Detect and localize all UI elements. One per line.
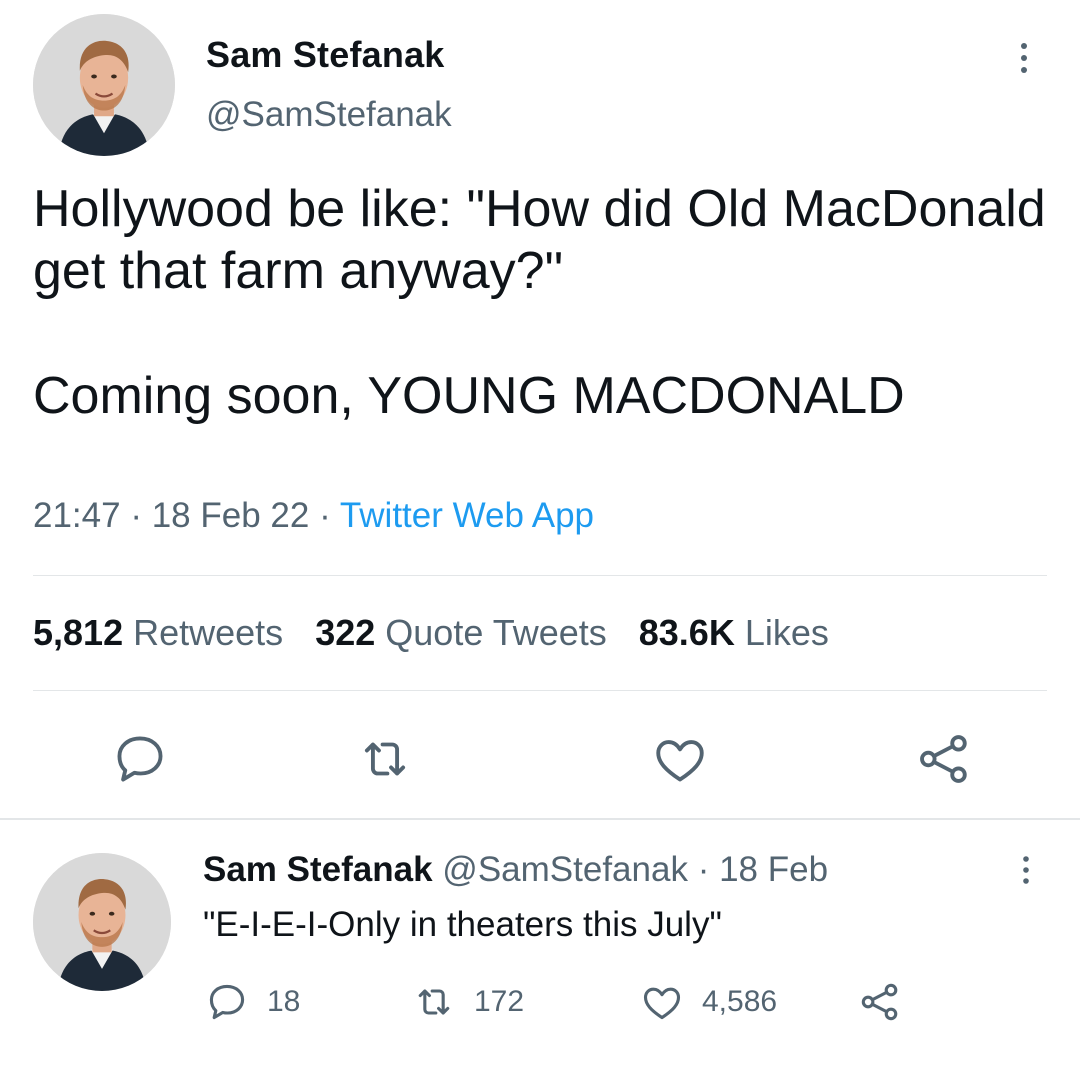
retweet-button[interactable]: [356, 730, 414, 788]
tweet-time[interactable]: 21:47: [33, 496, 121, 535]
retweets-stat[interactable]: 5,812 Retweets: [33, 612, 283, 653]
avatar-image: [33, 853, 171, 991]
quotes-count: 322: [315, 612, 376, 653]
reply-reply-button[interactable]: 18: [205, 980, 300, 1024]
tweet-text-line: Coming soon, YOUNG MACDONALD: [33, 366, 905, 425]
author-handle[interactable]: @SamStefanak: [206, 95, 452, 135]
reply-header: Sam Stefanak @SamStefanak · 18 Feb: [203, 850, 828, 890]
share-icon: [920, 735, 967, 783]
tweet-meta: 21:47 · 18 Feb 22 · Twitter Web App: [33, 496, 594, 536]
reply-button[interactable]: [111, 730, 169, 788]
divider: [33, 690, 1047, 691]
reply-count: 18: [267, 985, 301, 1018]
reply-author-handle[interactable]: @SamStefanak: [442, 850, 688, 889]
meta-separator: ·: [130, 496, 142, 535]
heart-icon: [643, 987, 681, 1020]
like-count: 4,586: [702, 985, 778, 1018]
reply-author-name[interactable]: Sam Stefanak: [203, 850, 433, 889]
tweet-text: Hollywood be like: "How did Old MacDonal…: [33, 178, 1053, 427]
reply-like-button[interactable]: 4,586: [640, 980, 777, 1024]
reply-retweet-button[interactable]: 172: [412, 980, 524, 1024]
header-separator: ·: [697, 850, 710, 889]
retweets-label: Retweets: [133, 612, 284, 653]
tweet-date[interactable]: 18 Feb 22: [152, 496, 310, 535]
avatar-image: [33, 14, 175, 156]
more-options-icon[interactable]: [1014, 852, 1038, 888]
reply-author-avatar[interactable]: [33, 853, 171, 991]
quotes-label: Quote Tweets: [385, 612, 607, 653]
share-icon: [861, 983, 898, 1021]
thread-divider: [0, 818, 1080, 820]
like-button[interactable]: [651, 730, 709, 788]
retweet-icon: [364, 742, 406, 776]
heart-icon: [656, 740, 704, 782]
more-options-icon[interactable]: [1012, 38, 1036, 78]
likes-count: 83.6K: [638, 612, 735, 653]
divider: [33, 575, 1047, 576]
likes-stat[interactable]: 83.6K Likes: [639, 612, 829, 653]
tweet-text-line: Hollywood be like: "How did Old MacDonal…: [33, 180, 1046, 301]
retweets-count: 5,812: [33, 612, 124, 653]
retweet-icon: [418, 989, 450, 1015]
reply-icon: [209, 984, 245, 1020]
tweet-stats: 5,812 Retweets 322 Quote Tweets 83.6K Like…: [33, 612, 861, 654]
meta-separator: ·: [319, 496, 331, 535]
tweet-source[interactable]: Twitter Web App: [340, 496, 594, 535]
author-avatar[interactable]: [33, 14, 175, 156]
likes-label: Likes: [744, 612, 829, 653]
author-name[interactable]: Sam Stefanak: [206, 34, 445, 76]
reply-icon: [117, 736, 163, 782]
share-button[interactable]: [915, 730, 973, 788]
reply-date[interactable]: 18 Feb: [719, 850, 828, 889]
reply-text: "E-I-E-I-Only in theaters this July": [203, 905, 722, 944]
retweet-count: 172: [474, 985, 525, 1018]
quotes-stat[interactable]: 322 Quote Tweets: [315, 612, 607, 653]
reply-share-button[interactable]: [858, 980, 902, 1024]
